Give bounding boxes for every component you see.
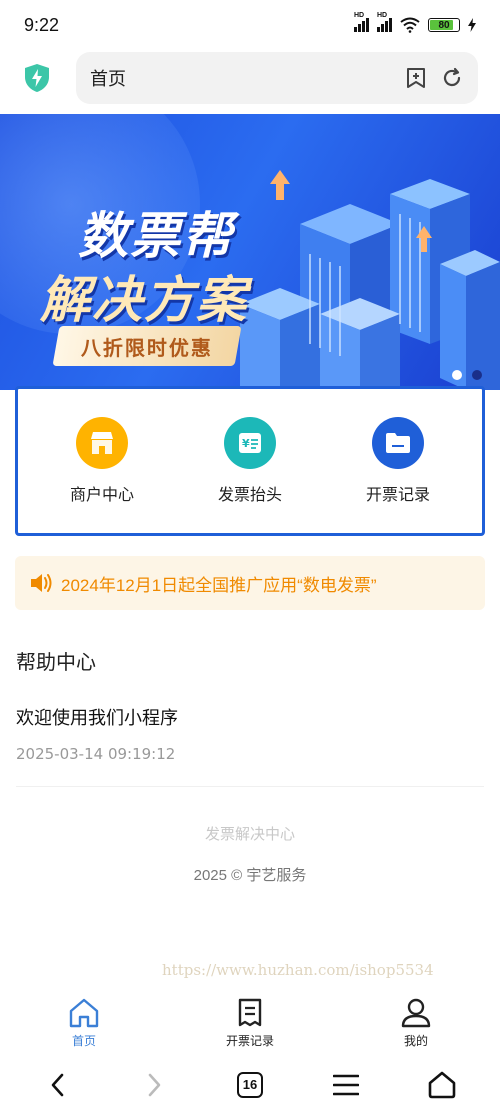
banner-title-line1: 数票帮 (78, 208, 234, 264)
user-icon (401, 998, 431, 1028)
banner-dot[interactable] (472, 370, 482, 380)
banner-promo-tag: 八折限时优惠 (52, 326, 242, 366)
battery-icon: 80 (428, 18, 460, 32)
menu-icon (333, 1074, 359, 1095)
bottom-tab-bar: 首页 开票记录 我的 (0, 990, 500, 1052)
city-buildings-illustration (240, 170, 500, 390)
divider (16, 786, 484, 787)
forward-button[interactable] (124, 1063, 184, 1107)
folder-icon (372, 417, 424, 469)
banner-dot[interactable] (452, 370, 462, 380)
watermark: https://www.huzhan.com/ishop5534 (162, 961, 434, 979)
browser-nav-bar: 16 (0, 1058, 500, 1111)
menu-item-merchant-center[interactable]: 商户中心 (32, 417, 172, 505)
battery-level: 80 (438, 19, 450, 31)
article-date: 2025-03-14 09:19:12 (16, 745, 176, 763)
wifi-icon (400, 17, 420, 33)
chevron-right-icon (148, 1073, 161, 1096)
promo-banner[interactable]: 数票帮 解决方案 八折限时优惠 (0, 114, 500, 390)
home-button[interactable] (412, 1063, 472, 1107)
charging-icon (468, 18, 476, 32)
tabs-count: 16 (237, 1071, 263, 1098)
add-bookmark-icon[interactable] (404, 66, 428, 90)
receipt-icon (238, 998, 262, 1027)
status-bar: 9:22 HD HD 80 (0, 0, 500, 50)
back-button[interactable] (28, 1063, 88, 1107)
status-icons: HD HD 80 (354, 12, 476, 33)
speaker-icon (31, 574, 52, 592)
menu-item-invoice-records[interactable]: 开票记录 (328, 417, 468, 505)
shield-bolt-icon[interactable] (22, 61, 52, 95)
notice-bar[interactable]: 2024年12月1日起全国推广应用“数电发票” (15, 556, 485, 610)
signal-icon-2: HD (377, 12, 392, 32)
footer-copyright: 2025 © 宇艺服务 (193, 867, 307, 884)
banner-title-line2: 解决方案 (40, 272, 248, 328)
house-icon (428, 1071, 456, 1098)
banner-pagination (452, 370, 482, 380)
address-row: 首页 (0, 50, 500, 106)
tab-invoice-records[interactable]: 开票记录 (191, 990, 309, 1052)
tab-home[interactable]: 首页 (25, 990, 143, 1052)
tabs-button[interactable]: 16 (220, 1063, 280, 1107)
tab-profile[interactable]: 我的 (357, 990, 475, 1052)
help-center-title: 帮助中心 (16, 652, 96, 674)
article-title[interactable]: 欢迎使用我们小程序 (16, 704, 178, 730)
signal-icon: HD (354, 12, 369, 32)
menu-button[interactable] (316, 1063, 376, 1107)
store-icon (76, 417, 128, 469)
chevron-left-icon (51, 1073, 64, 1096)
address-bar[interactable]: 首页 (76, 52, 478, 104)
invoice-icon: ¥ (224, 417, 276, 469)
footer-link[interactable]: 发票解决中心 (0, 823, 500, 844)
notice-text: 2024年12月1日起全国推广应用“数电发票” (61, 575, 377, 595)
page-title: 首页 (90, 69, 126, 89)
svg-text:¥: ¥ (242, 437, 250, 450)
quick-menu: 商户中心 ¥ 发票抬头 开票记录 (15, 386, 485, 536)
status-time: 9:22 (24, 14, 60, 35)
refresh-icon[interactable] (440, 66, 464, 90)
menu-item-invoice-header[interactable]: ¥ 发票抬头 (180, 417, 320, 505)
home-icon (69, 998, 99, 1028)
